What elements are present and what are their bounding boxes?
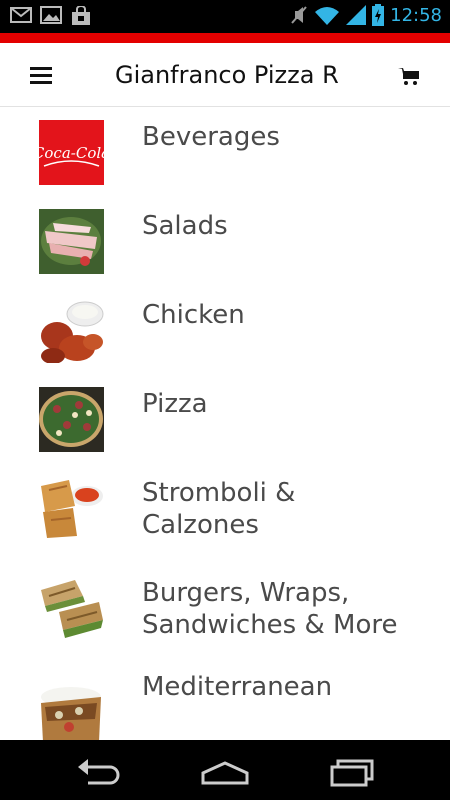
menu-icon <box>30 67 52 84</box>
cart-button[interactable] <box>398 67 420 87</box>
back-button[interactable] <box>70 755 130 789</box>
wifi-icon <box>315 7 340 25</box>
category-label: Burgers, Wraps, Sandwiches & More <box>142 578 398 640</box>
brand-stripe <box>0 33 450 43</box>
category-item-pizza[interactable]: Pizza <box>0 374 450 463</box>
chicken-wings-thumbnail <box>39 298 104 363</box>
category-list: Coca-Cola Beverages Salads <box>0 107 450 740</box>
signal-icon <box>346 5 367 25</box>
category-label: Chicken <box>142 300 245 330</box>
shopping-cart-icon <box>398 68 419 85</box>
shopping-bag-icon <box>72 6 90 25</box>
category-item-mediterranean[interactable]: Mediterranean <box>0 672 450 740</box>
category-item-chicken[interactable]: Chicken <box>0 285 450 374</box>
category-label: Salads <box>142 211 228 241</box>
category-label: Beverages <box>142 122 280 152</box>
category-label: Pizza <box>142 389 208 419</box>
category-label: Stromboli & Calzones <box>142 478 296 540</box>
category-label: Mediterranean <box>142 672 333 702</box>
clock: 12:58 <box>390 4 442 26</box>
system-nav-bar <box>0 740 450 800</box>
recent-apps-icon <box>330 759 374 787</box>
category-item-stromboli-calzones[interactable]: Stromboli & Calzones <box>0 463 450 563</box>
app-bar: Gianfranco Pizza R <box>0 43 450 107</box>
stromboli-thumbnail <box>39 476 104 541</box>
sandwich-thumbnail <box>39 576 104 641</box>
category-item-beverages[interactable]: Coca-Cola Beverages <box>0 107 450 196</box>
coca-cola-thumbnail: Coca-Cola <box>39 120 104 185</box>
gallery-icon <box>40 6 62 24</box>
salad-thumbnail <box>39 209 104 274</box>
menu-button[interactable] <box>30 67 52 85</box>
mute-icon <box>291 6 307 24</box>
battery-charging-icon <box>372 4 385 26</box>
home-button[interactable] <box>195 755 255 789</box>
gmail-icon <box>10 7 32 23</box>
status-bar: 12:58 <box>0 0 450 33</box>
category-item-salads[interactable]: Salads <box>0 196 450 285</box>
category-item-burgers-wraps-sandwiches[interactable]: Burgers, Wraps, Sandwiches & More <box>0 563 450 673</box>
gyro-thumbnail <box>39 677 104 740</box>
home-icon <box>201 761 249 785</box>
recent-apps-button[interactable] <box>322 755 382 789</box>
pizza-thumbnail <box>39 387 104 452</box>
app-title: Gianfranco Pizza R <box>115 61 339 89</box>
back-icon <box>78 759 120 785</box>
svg-text:Coca-Cola: Coca-Cola <box>39 144 104 162</box>
